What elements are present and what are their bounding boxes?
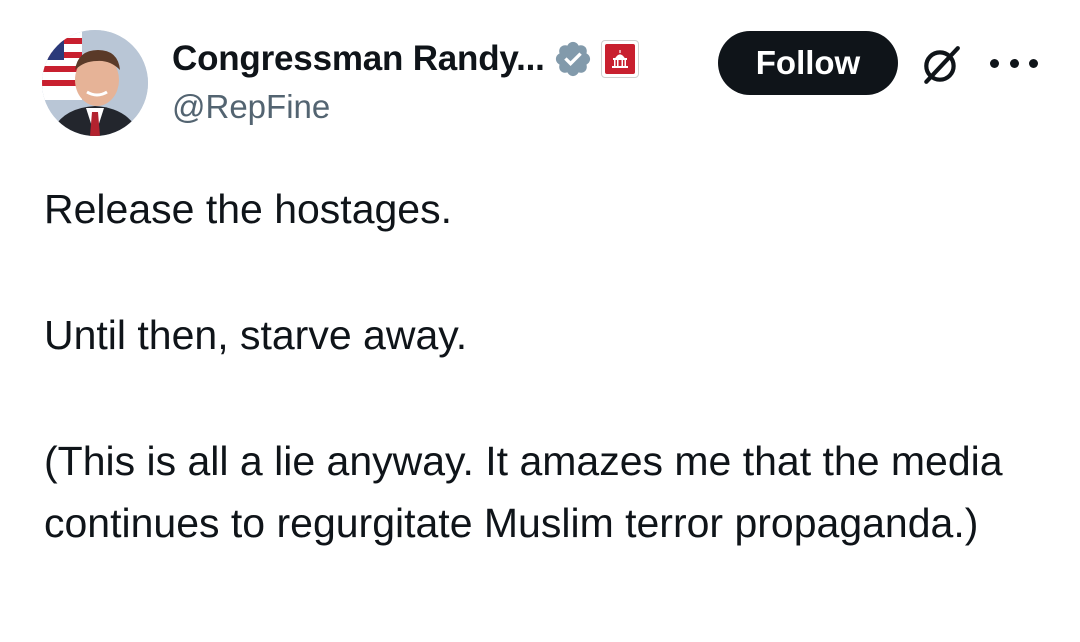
us-capitol-badge-icon[interactable] bbox=[600, 40, 639, 78]
avatar-photo bbox=[42, 30, 148, 136]
author-display-name[interactable]: Congressman Randy... bbox=[172, 39, 545, 79]
verified-badge-icon[interactable] bbox=[553, 39, 593, 79]
avatar[interactable] bbox=[42, 30, 148, 136]
tweet-line-2: Until then, starve away. bbox=[44, 312, 468, 358]
tweet-text: Release the hostages. Until then, starve… bbox=[44, 178, 1054, 554]
tweet-line-1: Release the hostages. bbox=[44, 186, 452, 232]
grok-icon[interactable] bbox=[920, 44, 962, 86]
tweet-line-3: (This is all a lie anyway. It amazes me … bbox=[44, 438, 1003, 546]
more-icon[interactable] bbox=[990, 46, 1038, 80]
author-name-row: Congressman Randy... bbox=[172, 38, 639, 80]
follow-button[interactable]: Follow bbox=[718, 31, 898, 95]
author-handle[interactable]: @RepFine bbox=[172, 88, 330, 126]
